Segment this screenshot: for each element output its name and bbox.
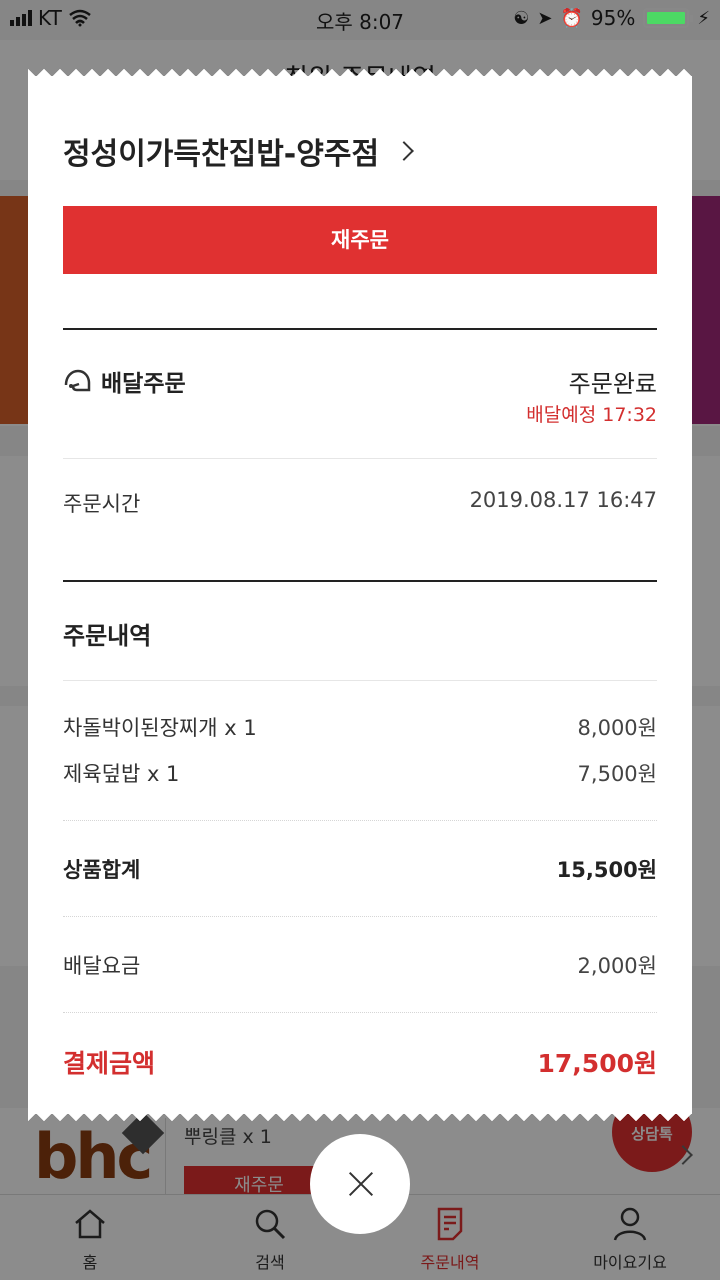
store-name: 정성이가득찬집밥-양주점: [63, 137, 380, 172]
delivery-eta: 배달예정 17:32: [526, 404, 657, 426]
item-price: 8,000원: [577, 716, 657, 740]
helmet-icon: [64, 369, 91, 392]
battery-percent: 95%: [590, 6, 636, 30]
rotation-lock-icon: ☯: [513, 7, 530, 29]
divider: [63, 916, 657, 917]
delivery-type-label: 배달주문: [101, 371, 186, 397]
charging-icon: ⚡: [697, 7, 710, 29]
total-label: 결제금액: [63, 1049, 156, 1078]
divider: [63, 820, 657, 821]
divider: [63, 1012, 657, 1013]
item-name: 차돌박이된장찌개 x 1: [63, 716, 257, 740]
delivery-fee-value: 2,000원: [577, 954, 657, 978]
chevron-right-icon: [394, 141, 414, 161]
status-bar: KT 오후 8:07 ☯ ➤ ⏰ 95% ⚡: [0, 0, 720, 38]
order-time-row: 주문시간 2019.08.17 16:47: [63, 488, 657, 520]
subtotal-value: 15,500원: [556, 858, 657, 882]
subtotal-row: 상품합계 15,500원: [63, 854, 657, 884]
close-button[interactable]: [310, 1134, 410, 1234]
location-icon: ➤: [537, 7, 553, 29]
order-item: 제육덮밥 x 1 7,500원: [63, 758, 657, 788]
order-receipt-modal: 정성이가득찬집밥-양주점 재주문 배달주문 주문완료 배달예정 17:32 주문…: [28, 76, 692, 1114]
item-price: 7,500원: [577, 762, 657, 786]
total-row: 결제금액 17,500원: [63, 1044, 657, 1080]
divider: [63, 458, 657, 459]
item-name: 제육덮밥 x 1: [63, 762, 180, 786]
delivery-fee-row: 배달요금 2,000원: [63, 950, 657, 980]
delivery-fee-label: 배달요금: [63, 954, 141, 978]
divider: [63, 580, 657, 582]
reorder-button[interactable]: 재주문: [63, 206, 657, 274]
total-value: 17,500원: [537, 1049, 657, 1078]
alarm-icon: ⏰: [560, 7, 583, 29]
order-item: 차돌박이된장찌개 x 1 8,000원: [63, 712, 657, 742]
order-status: 주문완료: [568, 370, 657, 398]
order-details-title: 주문내역: [63, 622, 152, 650]
order-time-label: 주문시간: [63, 492, 141, 516]
store-link[interactable]: 정성이가득찬집밥-양주점: [63, 128, 657, 174]
order-time-value: 2019.08.17 16:47: [469, 488, 657, 512]
battery-icon: [643, 8, 694, 28]
delivery-info: 배달주문 주문완료 배달예정 17:32: [63, 364, 657, 426]
divider: [63, 680, 657, 681]
divider: [63, 328, 657, 330]
subtotal-label: 상품합계: [63, 858, 141, 882]
receipt-edge-bottom: [28, 1112, 692, 1122]
